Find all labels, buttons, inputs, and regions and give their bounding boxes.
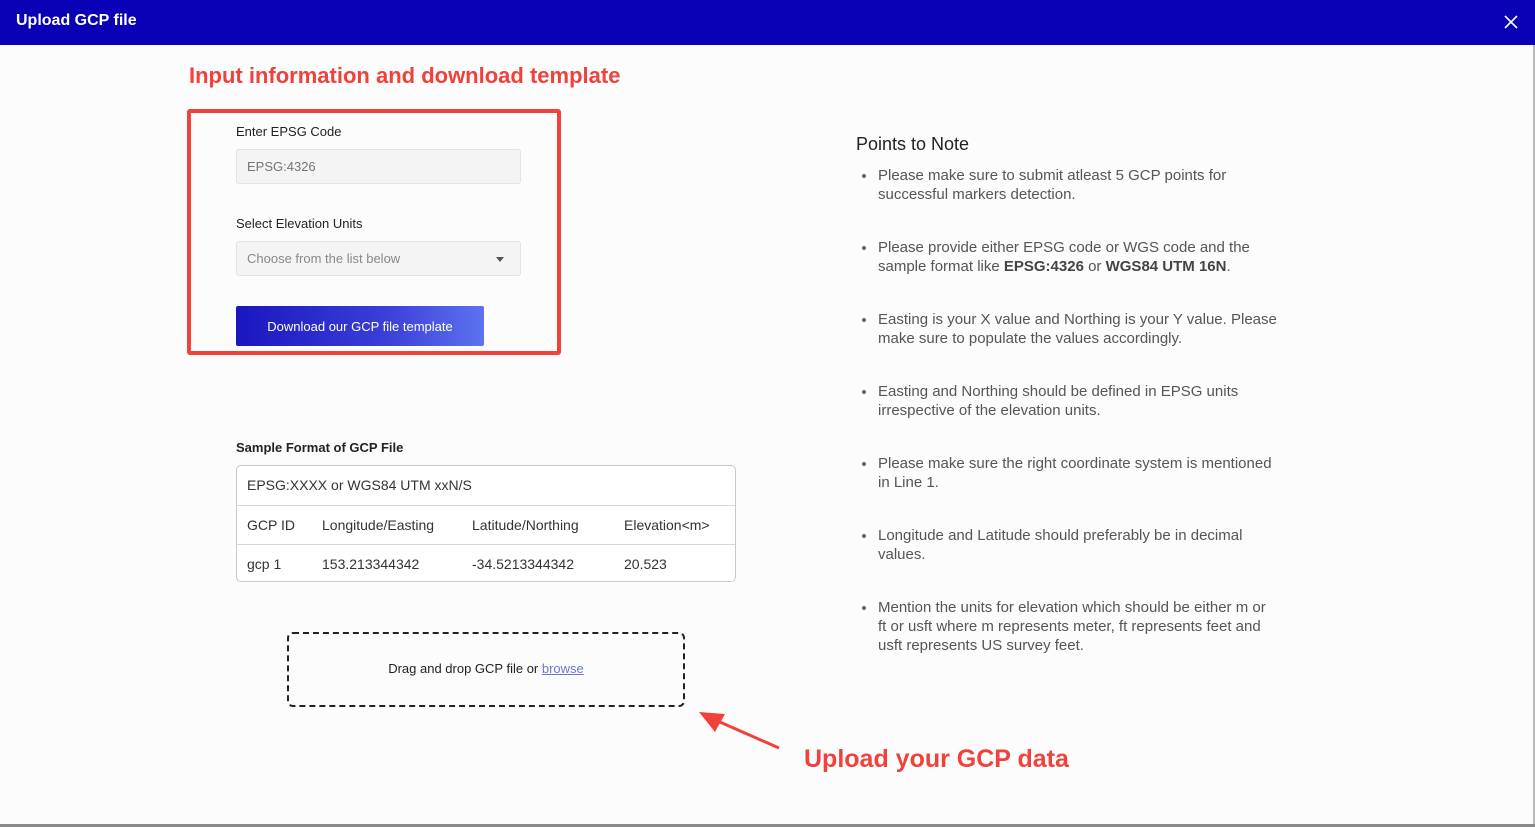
table-header-cell: Elevation<m> bbox=[624, 517, 710, 533]
table-header-cell: GCP ID bbox=[247, 517, 295, 533]
list-item: Easting and Northing should be defined i… bbox=[862, 382, 1278, 420]
table-cell: gcp 1 bbox=[247, 556, 282, 572]
list-item: Mention the units for elevation which sh… bbox=[862, 598, 1278, 655]
table-cell: EPSG:XXXX or WGS84 UTM xxN/S bbox=[247, 477, 472, 493]
elevation-units-select[interactable]: Choose from the list below bbox=[236, 241, 521, 276]
sample-format-table: EPSG:XXXX or WGS84 UTM xxN/S GCP ID Long… bbox=[236, 465, 736, 582]
dropzone-text-line: Drag and drop GCP file or browse bbox=[289, 661, 683, 676]
dialog-header: Upload GCP file bbox=[0, 0, 1535, 45]
list-item: Please make sure to submit atleast 5 GCP… bbox=[862, 166, 1278, 204]
file-dropzone[interactable]: Drag and drop GCP file or browse bbox=[287, 632, 685, 707]
table-cell: -34.5213344342 bbox=[472, 556, 574, 572]
note-text: or bbox=[1083, 258, 1106, 275]
annotation-bottom: Upload your GCP data bbox=[804, 745, 1069, 773]
table-header-row: GCP ID Longitude/Easting Latitude/Northi… bbox=[237, 505, 735, 545]
notes-title: Points to Note bbox=[856, 134, 970, 154]
elevation-units-label: Select Elevation Units bbox=[236, 216, 363, 231]
list-item: Please provide either EPSG code or WGS c… bbox=[862, 238, 1278, 276]
note-bold-epsg: EPSG:4326 bbox=[1003, 258, 1084, 275]
table-row: gcp 1 153.213344342 -34.5213344342 20.52… bbox=[237, 544, 735, 584]
epsg-code-input[interactable] bbox=[236, 149, 521, 184]
table-header-line-row: EPSG:XXXX or WGS84 UTM xxN/S bbox=[237, 466, 735, 505]
close-icon[interactable] bbox=[1501, 12, 1521, 32]
chevron-down-icon bbox=[496, 257, 504, 262]
annotation-top: Input information and download template bbox=[189, 63, 621, 88]
elevation-units-value: Choose from the list below bbox=[247, 251, 401, 266]
dropzone-text: Drag and drop GCP file or bbox=[388, 661, 542, 676]
table-header-cell: Longitude/Easting bbox=[322, 517, 435, 533]
browse-link[interactable]: browse bbox=[542, 661, 584, 676]
table-header-cell: Latitude/Northing bbox=[472, 517, 579, 533]
list-item: Please make sure the right coordinate sy… bbox=[862, 454, 1278, 492]
dialog-title: Upload GCP file bbox=[16, 12, 137, 29]
note-text: . bbox=[1226, 258, 1231, 275]
table-cell: 20.523 bbox=[624, 556, 667, 572]
note-bold-wgs: WGS84 UTM 16N bbox=[1105, 258, 1227, 275]
download-template-button[interactable]: Download our GCP file template bbox=[236, 306, 484, 346]
arrow-annotation-icon bbox=[699, 712, 780, 750]
list-item: Longitude and Latitude should preferably… bbox=[862, 526, 1278, 564]
list-item: Easting is your X value and Northing is … bbox=[862, 311, 1277, 347]
table-cell: 153.213344342 bbox=[322, 556, 420, 572]
sample-format-label: Sample Format of GCP File bbox=[236, 440, 404, 455]
epsg-code-label: Enter EPSG Code bbox=[236, 124, 342, 139]
